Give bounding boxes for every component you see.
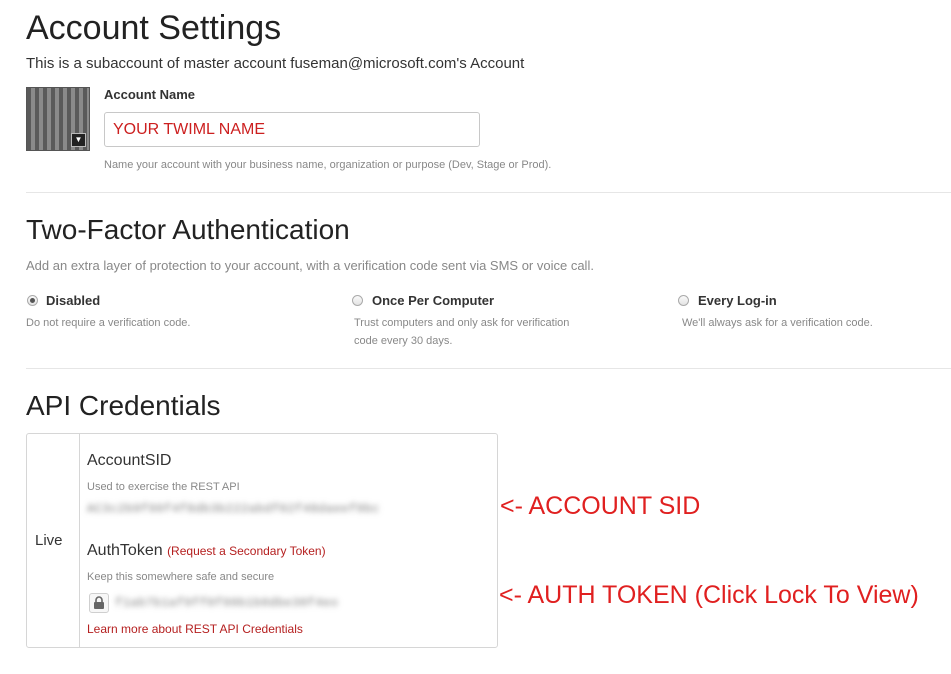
account-sid-heading: AccountSID — [87, 452, 172, 469]
account-sid-help: Used to exercise the REST API — [87, 481, 240, 493]
credentials-panel: Live AccountSID Used to exercise the RES… — [26, 433, 498, 648]
api-credentials-title: API Credentials — [26, 390, 221, 421]
annotation-auth-token: <- AUTH TOKEN (Click Lock To View) — [499, 581, 919, 609]
two-factor-description: Add an extra layer of protection to your… — [26, 258, 594, 273]
auth-token-help: Keep this somewhere safe and secure — [87, 571, 275, 583]
request-secondary-token-link[interactable]: (Request a Secondary Token) — [167, 544, 326, 558]
two-factor-title: Two-Factor Authentication — [26, 214, 350, 245]
option-once-per-computer-desc-1: Trust computers and only ask for verific… — [354, 317, 570, 329]
account-avatar[interactable]: ▼ — [26, 87, 90, 151]
auth-token-value: f1ab7b1af9ff0f99b1b0dbe30f4eo — [115, 596, 339, 610]
option-every-login-label[interactable]: Every Log-in — [698, 293, 777, 308]
radio-disabled[interactable] — [27, 295, 38, 306]
section-divider — [26, 192, 951, 193]
page-title: Account Settings — [26, 9, 282, 47]
option-every-login-desc: We'll always ask for a verification code… — [682, 317, 873, 329]
learn-more-api-link[interactable]: Learn more about REST API Credentials — [87, 622, 303, 636]
environment-label: Live — [35, 532, 63, 549]
annotation-account-sid: <- ACCOUNT SID — [500, 492, 701, 520]
option-once-per-computer-label[interactable]: Once Per Computer — [372, 293, 494, 308]
auth-token-heading: AuthToken — [87, 542, 163, 559]
account-name-help: Name your account with your business nam… — [104, 159, 552, 171]
option-disabled-label[interactable]: Disabled — [46, 293, 100, 308]
credentials-divider — [79, 434, 80, 647]
option-disabled-desc: Do not require a verification code. — [26, 317, 191, 329]
account-name-label: Account Name — [104, 87, 196, 102]
option-once-per-computer-desc-2: code every 30 days. — [354, 335, 453, 347]
lock-icon[interactable] — [89, 593, 109, 613]
radio-every-login[interactable] — [678, 295, 689, 306]
account-name-input[interactable] — [104, 112, 480, 147]
section-divider — [26, 368, 951, 369]
account-sid-value: AC3c2b9f99f4f8db3b222abdf02f48daeef9bc — [87, 502, 380, 516]
auth-token-row: AuthToken (Request a Secondary Token) — [87, 542, 326, 560]
account-subtitle: This is a subaccount of master account f… — [26, 55, 525, 72]
chevron-down-icon[interactable]: ▼ — [71, 133, 86, 147]
radio-once-per-computer[interactable] — [352, 295, 363, 306]
